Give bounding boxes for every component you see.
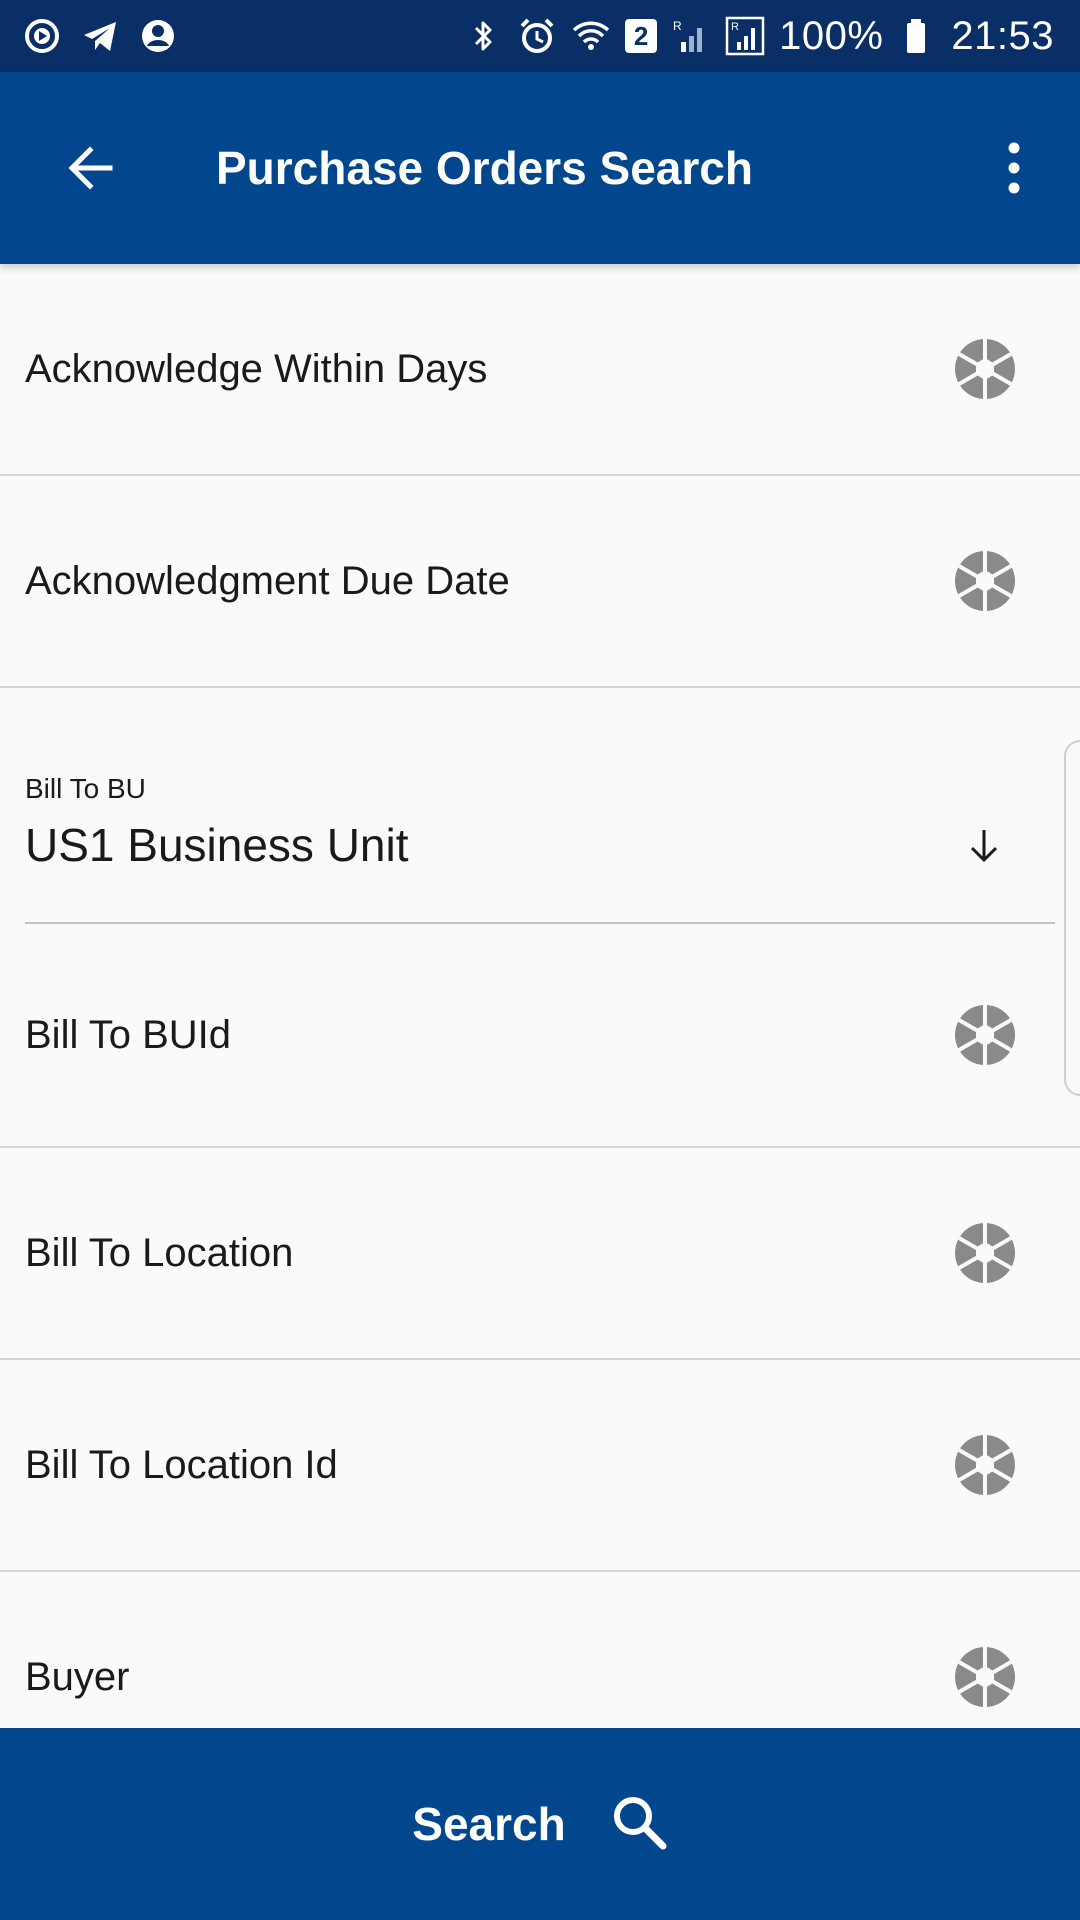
arrow-down-icon[interactable] (960, 822, 1008, 870)
sim-badge-icon: 2 (625, 19, 658, 53)
field-bill-to-buid[interactable]: Bill To BUId (0, 924, 1080, 1148)
screen: 2 R R 100% 21:53 Purchase Orders Search … (0, 0, 1080, 1920)
page-title: Purchase Orders Search (216, 142, 753, 194)
field-bill-to-location[interactable]: Bill To Location (0, 1148, 1080, 1360)
field-label: Bill To Location Id (25, 1442, 338, 1487)
aperture-icon[interactable] (954, 1434, 1016, 1496)
telegram-icon (80, 16, 120, 56)
field-label: Bill To BUId (25, 1012, 232, 1057)
search-fields-list: Acknowledge Within Days Acknowledgment D… (0, 264, 1080, 1784)
bill-to-bu-dropdown[interactable]: Bill To BU US1 Business Unit (0, 688, 1080, 924)
status-bar-left (22, 16, 178, 56)
aperture-icon[interactable] (954, 1646, 1016, 1708)
bluetooth-icon (463, 16, 503, 56)
battery-icon (897, 16, 937, 56)
status-bar: 2 R R 100% 21:53 (0, 0, 1080, 72)
app-bar: Purchase Orders Search (0, 72, 1080, 264)
dropdown-value[interactable]: US1 Business Unit (25, 818, 409, 872)
svg-text:R: R (731, 21, 739, 33)
search-button[interactable]: Search (412, 1793, 667, 1856)
account-circle-icon (138, 16, 178, 56)
field-label: Buyer (25, 1654, 130, 1699)
field-acknowledgment-due-date[interactable]: Acknowledgment Due Date (0, 476, 1080, 688)
status-bar-right: 2 R R 100% 21:53 (463, 14, 1054, 59)
clock: 21:53 (951, 13, 1054, 58)
aperture-icon[interactable] (954, 550, 1016, 612)
svg-text:R: R (673, 19, 682, 33)
aperture-icon[interactable] (954, 338, 1016, 400)
search-button-label: Search (412, 1798, 566, 1850)
back-button[interactable] (50, 128, 130, 208)
signal-roaming-icon: R (725, 16, 765, 56)
aperture-icon[interactable] (954, 1004, 1016, 1066)
aperture-icon[interactable] (954, 1222, 1016, 1284)
field-acknowledge-within-days[interactable]: Acknowledge Within Days (0, 264, 1080, 476)
field-bill-to-location-id[interactable]: Bill To Location Id (0, 1360, 1080, 1572)
play-circle-icon (22, 16, 62, 56)
search-icon (610, 1793, 668, 1856)
field-caption: Bill To BU (25, 773, 146, 804)
field-label: Bill To Location (25, 1230, 294, 1275)
overflow-menu-button[interactable] (984, 128, 1044, 208)
field-label: Acknowledge Within Days (25, 346, 488, 391)
arrow-left-icon (68, 146, 113, 190)
search-bar[interactable]: Search (0, 1728, 1080, 1920)
signal-roaming-icon: R (671, 16, 711, 56)
scroll-indicator[interactable] (1064, 740, 1080, 1096)
battery-percent: 100% (779, 13, 884, 58)
field-label: Acknowledgment Due Date (25, 558, 510, 603)
wifi-icon (571, 16, 611, 56)
more-vertical-icon (1008, 142, 1020, 194)
alarm-icon (517, 16, 557, 56)
